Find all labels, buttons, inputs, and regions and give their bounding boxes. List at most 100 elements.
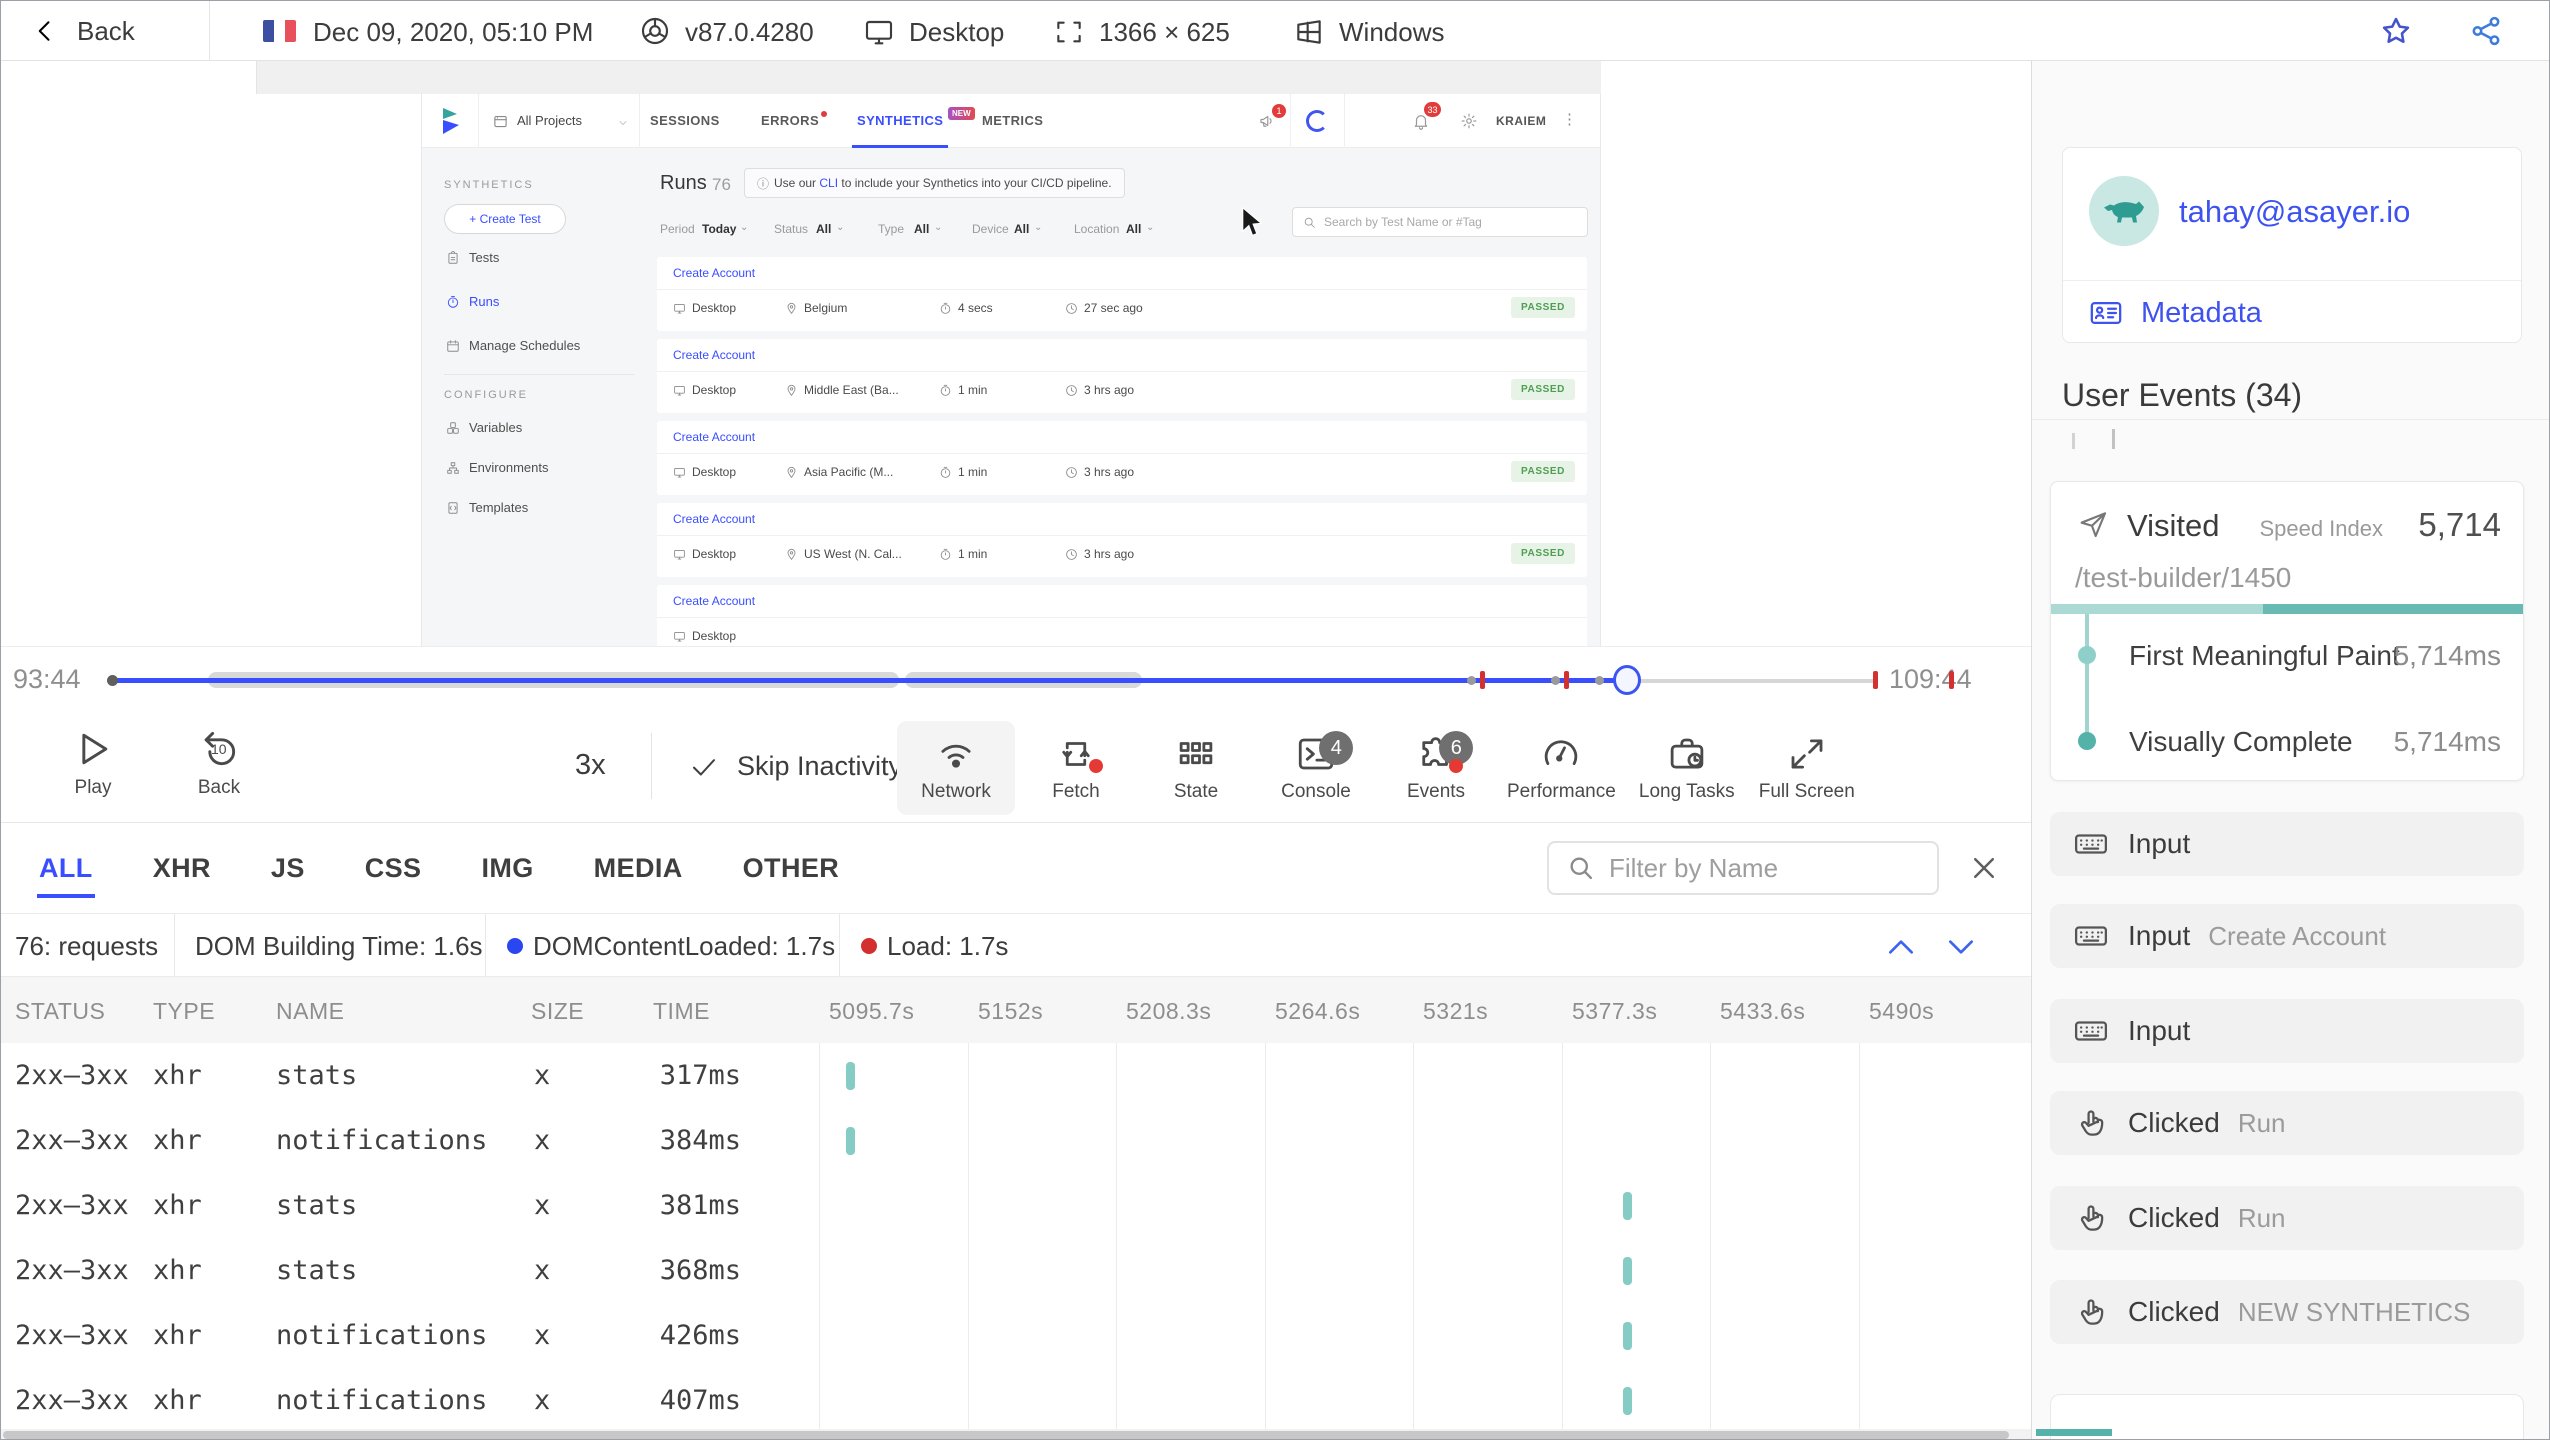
cli-link[interactable]: CLI (819, 176, 838, 190)
share-icon[interactable] (2469, 14, 2503, 48)
filter-type-value[interactable]: All (914, 222, 929, 236)
speed-index-value: 5,714 (2418, 506, 2501, 543)
performance-button[interactable]: Performance (1497, 721, 1626, 815)
sidebar-item-tests[interactable]: Tests (446, 250, 499, 265)
location-pin-icon (787, 302, 796, 314)
run-card[interactable]: Create Account Desktop Belgium 4 secs 27… (657, 257, 1587, 331)
kebab-menu-icon[interactable]: ⋮ (1562, 110, 1577, 128)
network-request-row[interactable]: 2xx–3xx xhr notifications x 407ms (1, 1368, 2031, 1433)
back-button[interactable]: Back (31, 13, 135, 49)
sidebar-item-environments[interactable]: Environments (446, 460, 548, 475)
timeline-event-marker[interactable] (1949, 671, 1954, 689)
timeline-event-marker[interactable] (1480, 671, 1485, 689)
project-selector[interactable]: All Projects (478, 94, 640, 148)
skip-inactivity-toggle[interactable]: Skip Inactivity (689, 751, 902, 782)
monitor-icon (674, 385, 685, 396)
tab-img[interactable]: IMG (481, 853, 533, 884)
time-tick: 5377.3s (1572, 998, 1658, 1024)
tab-other[interactable]: OTHER (743, 853, 840, 884)
input-event-card[interactable]: Input (2050, 999, 2524, 1063)
load-progress-light (2051, 604, 2264, 614)
metadata-button[interactable]: Metadata (2089, 296, 2262, 330)
playhead-handle[interactable] (1613, 665, 1641, 695)
tab-metrics[interactable]: METRICS (982, 113, 1043, 128)
long-tasks-label: Long Tasks (1638, 781, 1735, 802)
filter-period-value[interactable]: Today (702, 222, 736, 236)
state-button[interactable]: State (1137, 721, 1255, 815)
card-divider (2063, 280, 2521, 281)
tab-sessions[interactable]: SESSIONS (650, 113, 720, 128)
network-request-row[interactable]: 2xx–3xx xhr notifications x 384ms (1, 1108, 2031, 1173)
user-menu[interactable]: KRAIEM (1496, 114, 1546, 128)
network-request-row[interactable]: 2xx–3xx xhr stats x 381ms (1, 1173, 2031, 1238)
long-tasks-button[interactable]: Long Tasks (1628, 721, 1746, 815)
clicked-event-card[interactable]: Clicked NEW SYNTHETICS (2050, 1280, 2524, 1344)
test-search-input[interactable]: Search by Test Name or #Tag (1292, 207, 1588, 237)
avatar (2089, 176, 2159, 246)
run-card[interactable]: Create Account Desktop Middle East (Ba..… (657, 339, 1587, 413)
filter-location-value[interactable]: All (1126, 222, 1141, 236)
full-screen-button[interactable]: Full Screen (1748, 721, 1866, 815)
network-button[interactable]: Network (897, 721, 1015, 815)
filter-status-value[interactable]: All (816, 222, 831, 236)
filter-by-name-input[interactable]: Filter by Name (1547, 841, 1939, 895)
network-table-header: STATUS TYPE NAME SIZE TIME 5095.7s 5152s… (1, 977, 2031, 1043)
input-event-card[interactable]: Input (2050, 812, 2524, 876)
clicked-event-card[interactable]: Clicked Run (2050, 1186, 2524, 1250)
network-request-row[interactable]: 2xx–3xx xhr notifications x 426ms (1, 1303, 2031, 1368)
network-request-row[interactable]: 2xx–3xx xhr stats x 368ms (1, 1238, 2031, 1303)
create-test-button[interactable]: + Create Test (444, 204, 566, 234)
visited-event-card[interactable]: Visited Speed Index 5,714 /test-builder/… (2050, 481, 2524, 781)
tab-all[interactable]: ALL (37, 853, 95, 898)
fetch-button[interactable]: Fetch (1017, 721, 1135, 815)
device-type: Desktop (909, 17, 1005, 47)
state-label: State (1173, 781, 1219, 802)
run-card-partial[interactable]: Create Account Desktop (657, 585, 1587, 646)
playback-timeline[interactable]: 93:44 109:44 (1, 646, 2031, 713)
tab-synthetics[interactable]: SYNTHETICS (857, 113, 943, 128)
captured-page-top-strip (256, 61, 1601, 94)
network-request-row[interactable]: 2xx–3xx xhr stats x 317ms (1, 1043, 2031, 1108)
tab-errors[interactable]: ERRORS (761, 113, 819, 128)
favorite-star-icon[interactable] (2379, 14, 2413, 48)
jump-up-icon[interactable] (1885, 934, 1917, 960)
events-button[interactable]: 6 Events (1377, 721, 1495, 815)
input-event-card[interactable]: Input Create Account (2050, 904, 2524, 968)
user-email-link[interactable]: tahay@asayer.io (2179, 194, 2410, 230)
tab-js[interactable]: JS (271, 853, 305, 884)
run-title[interactable]: Create Account (673, 594, 755, 608)
filter-device-value[interactable]: All (1014, 222, 1029, 236)
console-label: Console (1281, 781, 1351, 802)
play-button[interactable]: Play (71, 727, 115, 799)
console-button[interactable]: 4 Console (1257, 721, 1375, 815)
tab-xhr[interactable]: XHR (153, 853, 211, 884)
search-icon (1570, 857, 1593, 880)
sidebar-item-templates[interactable]: Templates (446, 500, 528, 515)
waterfall-bar (1623, 1322, 1632, 1350)
run-title[interactable]: Create Account (673, 430, 755, 444)
tab-css[interactable]: CSS (365, 853, 422, 884)
run-title[interactable]: Create Account (673, 348, 755, 362)
replay-stage: All Projects SESSIONS ERRORS SYNTHETICS … (1, 61, 2031, 646)
run-title[interactable]: Create Account (673, 512, 755, 526)
run-card[interactable]: Create Account Desktop Asia Pacific (M..… (657, 421, 1587, 495)
topbar: Back Dec 09, 2020, 05:10 PM v87.0.4280 D… (1, 1, 2549, 61)
filter-location-label: Location (1074, 222, 1120, 236)
waterfall-bar (1623, 1257, 1632, 1285)
run-card[interactable]: Create Account Desktop US West (N. Cal..… (657, 503, 1587, 577)
clicked-event-card[interactable]: Clicked Run (2050, 1091, 2524, 1155)
close-panel-icon[interactable] (1969, 853, 1999, 883)
run-title[interactable]: Create Account (673, 266, 755, 280)
sidebar-item-runs[interactable]: Runs (446, 294, 499, 309)
jump-down-icon[interactable] (1945, 934, 1977, 960)
horizontal-scrollbar[interactable] (1, 1429, 2031, 1439)
gear-icon[interactable] (1460, 112, 1478, 130)
back-10-button[interactable]: 10 Back (197, 727, 241, 799)
timeline-event-marker[interactable] (1564, 671, 1569, 689)
speed-toggle[interactable]: 3x (575, 749, 606, 782)
sidebar-item-manage-schedules[interactable]: Manage Schedules (446, 338, 580, 353)
tab-media[interactable]: MEDIA (594, 853, 683, 884)
timeline-event-marker[interactable] (1873, 671, 1878, 689)
sidebar-item-variables[interactable]: Variables (446, 420, 522, 435)
scrollbar-thumb[interactable] (3, 1431, 2009, 1439)
